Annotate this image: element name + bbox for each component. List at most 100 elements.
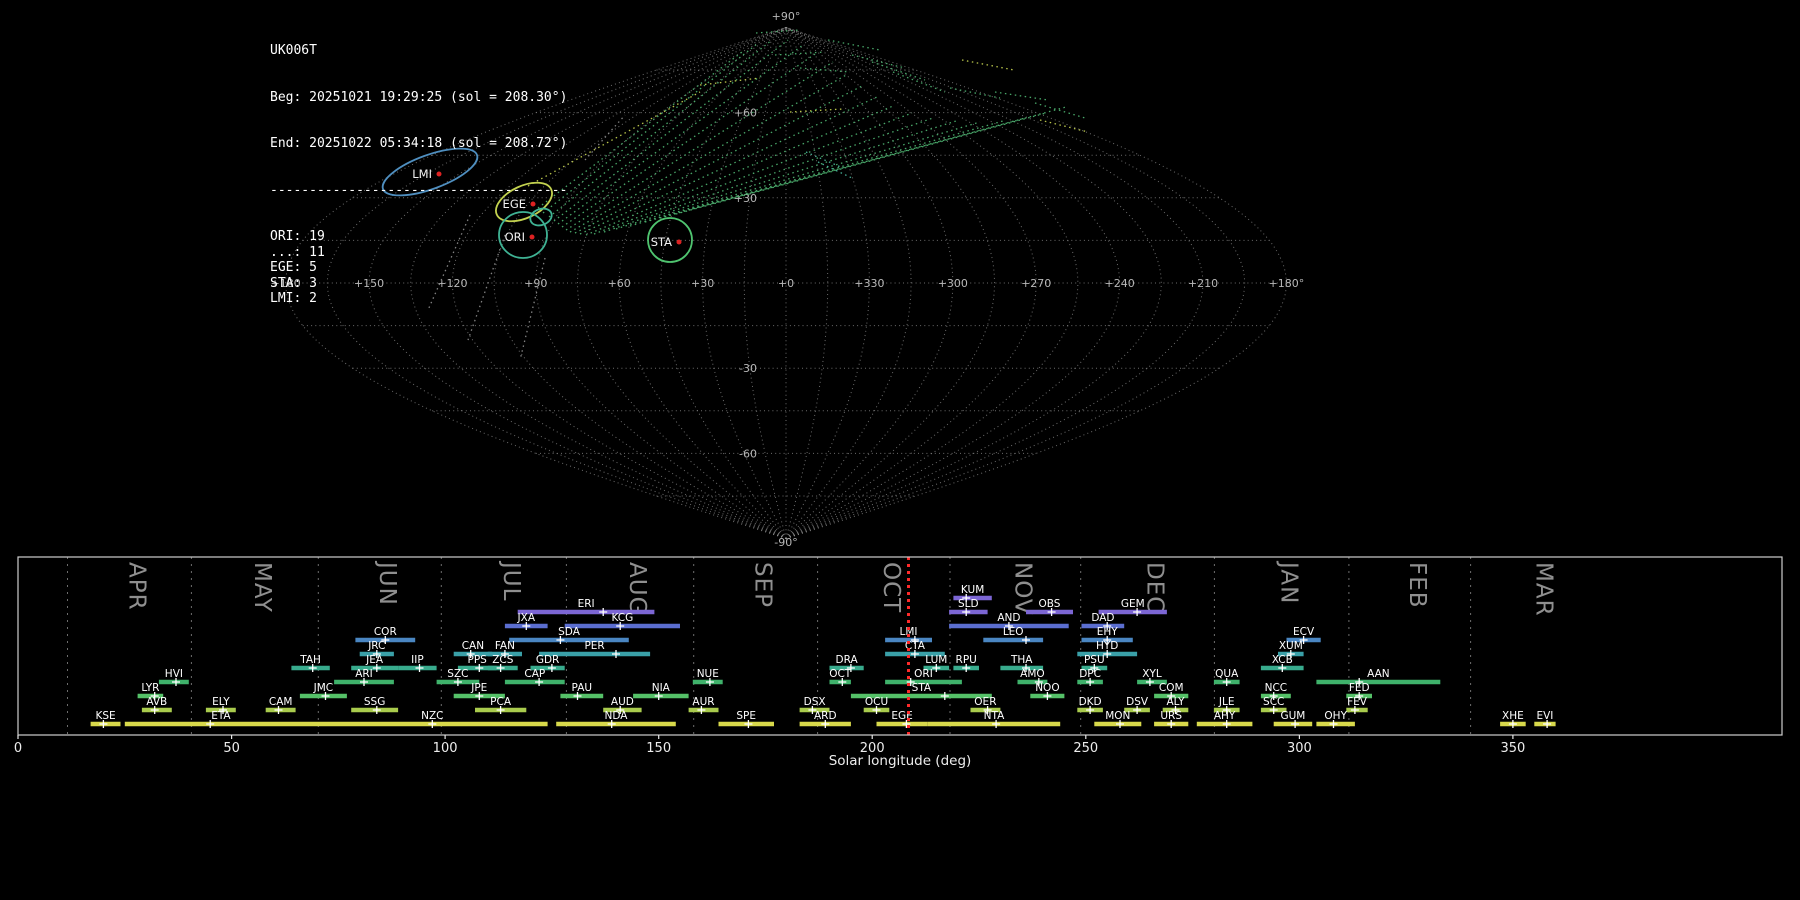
meteor-trail	[585, 115, 625, 160]
shower-code-label: AAN	[1367, 668, 1390, 680]
shower-code-label: SPE	[736, 710, 756, 722]
shower-code-label: KSE	[96, 710, 116, 722]
shower-bar-ARI: ARI	[334, 668, 394, 686]
meteor-trail	[828, 40, 880, 50]
shower-bar-EGE: EGE	[877, 710, 928, 728]
shower-code-label: THA	[1010, 654, 1033, 666]
shower-bar-NOO: NOO	[1030, 682, 1064, 700]
shower-count: LMI: 2	[270, 291, 567, 307]
shower-code-label: KUM	[961, 584, 984, 596]
shower-code-label: COM	[1159, 682, 1184, 694]
shower-bar-URS: URS	[1154, 710, 1188, 728]
shower-bar-XCB: XCB	[1261, 654, 1304, 672]
shower-bar-EVI: EVI	[1534, 710, 1555, 728]
shower-code-label: KCG	[612, 612, 634, 624]
month-label-oct: OCT	[878, 562, 904, 613]
shower-code-label: OBS	[1039, 598, 1061, 610]
shower-code-label: HVI	[165, 668, 183, 680]
shower-code-label: GDR	[536, 654, 560, 666]
shower-code-label: JMC	[313, 682, 334, 694]
shower-bar-MON: MON	[1094, 710, 1141, 728]
observation-info: UK006T Beg: 20251021 19:29:25 (sol = 208…	[270, 12, 567, 322]
month-label-sep: SEP	[750, 562, 776, 608]
lat-tick-label: +60	[734, 107, 757, 120]
lon-tick-label: +210	[1188, 277, 1218, 290]
shower-bar-NDA: NDA	[556, 710, 676, 728]
lat-tick-label: -30	[739, 362, 757, 375]
meteor-trail	[594, 113, 912, 234]
meteor-trail	[616, 121, 956, 229]
shower-bar-SDA: SDA	[509, 626, 629, 644]
meteor-trail	[543, 44, 757, 213]
shower-code-label: DSX	[804, 696, 826, 708]
shower-code-label: AND	[997, 612, 1020, 624]
shower-count: STA: 3	[270, 276, 567, 292]
shower-bar-ETA: ETA	[125, 710, 317, 728]
shower-code-label: XYL	[1142, 668, 1162, 680]
shower-bar-GUM: GUM	[1274, 710, 1313, 728]
shower-code-label: JPE	[470, 682, 487, 694]
shower-bar-NTA: NTA	[928, 710, 1060, 728]
shower-code-label: PAU	[572, 682, 593, 694]
shower-count: ...: 11	[270, 245, 567, 261]
meteor-trail	[852, 55, 905, 68]
end-time: End: 20251022 05:34:18 (sol = 208.72°)	[270, 136, 567, 152]
shower-count-list: ORI: 19...: 11EGE: 5STA: 3LMI: 2	[270, 229, 567, 307]
shower-bar-ARD: ARD	[800, 710, 851, 728]
meteor-trail	[700, 78, 760, 85]
shower-code-label: QUA	[1215, 668, 1239, 680]
x-axis-label: Solar longitude (deg)	[0, 753, 1800, 769]
month-label-may: MAY	[249, 562, 275, 613]
shower-code-label: GUM	[1280, 710, 1305, 722]
shower-code-label: ECV	[1293, 626, 1315, 638]
lon-tick-label: +30	[691, 277, 714, 290]
pole-label-south: -90°	[774, 536, 797, 549]
shower-code-label: DSV	[1126, 696, 1149, 708]
begin-time: Beg: 20251021 19:29:25 (sol = 208.30°)	[270, 90, 567, 106]
shower-code-label: ZCS	[492, 654, 514, 666]
shower-code-label: EVI	[1536, 710, 1553, 722]
shower-code-label: SLD	[958, 598, 979, 610]
shower-code-label: ALY	[1166, 696, 1185, 708]
shower-code-label: NUE	[697, 668, 719, 680]
meteor-trail	[1040, 120, 1088, 132]
shower-bar-XHE: XHE	[1500, 710, 1526, 728]
shower-code-label: JLE	[1218, 696, 1235, 708]
meteor-trail	[575, 86, 862, 233]
shower-code-label: PPS	[468, 654, 488, 666]
meteor-trail	[562, 52, 818, 227]
shower-code-label: DRA	[836, 654, 859, 666]
shower-code-label: OCU	[865, 696, 888, 708]
pole-label-north: +90°	[772, 10, 801, 23]
shower-code-label: TAH	[299, 654, 321, 666]
station-id: UK006T	[270, 43, 567, 59]
shower-code-label: NOO	[1035, 682, 1059, 694]
month-label-jun: JUN	[374, 560, 400, 606]
sky-meridian	[661, 27, 786, 538]
shower-bar-SPE: SPE	[719, 710, 775, 728]
shower-bar-OCT: OCT	[829, 668, 852, 686]
shower-bar-AUR: AUR	[689, 696, 719, 714]
shower-bar-AVB: AVB	[142, 696, 172, 714]
shower-code-label: LEO	[1003, 626, 1024, 638]
lat-tick-label: -60	[739, 447, 757, 460]
shower-code-label: RPU	[956, 654, 977, 666]
meteor-trail	[604, 118, 933, 232]
shower-code-label: SCC	[1263, 696, 1284, 708]
shower-code-label: EHY	[1097, 626, 1119, 638]
shower-code-label: SZC	[447, 668, 468, 680]
shower-bar-PCA: PCA	[475, 696, 526, 714]
shower-code-label: DKD	[1079, 696, 1102, 708]
shower-bar-IIP: IIP	[398, 654, 437, 672]
shower-bar-QUA: QUA	[1214, 668, 1240, 686]
lon-tick-label: +330	[854, 277, 884, 290]
shower-code-label: PCA	[490, 696, 512, 708]
month-label-apr: APR	[124, 562, 150, 611]
shower-code-label: AUD	[611, 696, 634, 708]
shower-code-label: NTA	[984, 710, 1005, 722]
shower-code-label: ETA	[211, 710, 231, 722]
lon-tick-label: +300	[938, 277, 968, 290]
meteor-trail	[995, 92, 1048, 100]
shower-count: ORI: 19	[270, 229, 567, 245]
shower-bar-HVI: HVI	[159, 668, 189, 686]
